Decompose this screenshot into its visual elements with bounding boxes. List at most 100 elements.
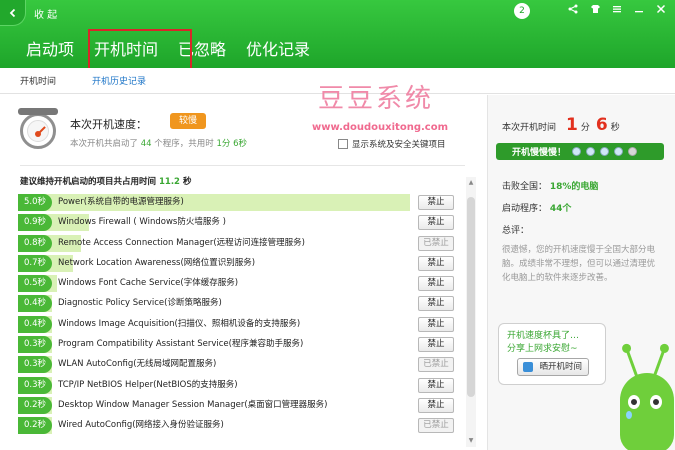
- item-name: WLAN AutoConfig(无线局域网配置服务): [58, 359, 217, 370]
- disable-button[interactable]: 禁止: [418, 337, 454, 353]
- time-tag: 0.3秒: [18, 376, 52, 394]
- scroll-up-icon[interactable]: ▲: [467, 179, 475, 187]
- program-count: 44: [140, 139, 152, 149]
- speed-title: 本次开机速度：: [70, 118, 147, 131]
- startup-value: 44个: [549, 204, 572, 214]
- time-tag: 0.4秒: [18, 295, 52, 313]
- list-item: 0.2秒 Desktop Window Manager Session Manag…: [18, 395, 458, 415]
- notification-badge[interactable]: 2: [514, 3, 530, 19]
- share-button-label: 晒开机时间: [539, 362, 582, 372]
- time-tag: 0.3秒: [18, 356, 52, 374]
- subnav-boot-history[interactable]: 开机历史记录: [76, 74, 166, 87]
- list-item: 0.4秒 Windows Image Acquisition(扫描仪、照相机设备的…: [18, 314, 458, 334]
- window-controls: [567, 4, 667, 17]
- time-tag: 0.8秒: [18, 234, 52, 252]
- disable-button[interactable]: 禁止: [418, 316, 454, 332]
- list-item: 0.3秒 WLAN AutoConfig(无线局域网配置服务) 已禁止: [18, 354, 458, 374]
- show-system-checkbox[interactable]: [338, 139, 348, 149]
- share-icon: [523, 362, 533, 372]
- time-tag: 0.5秒: [18, 275, 52, 293]
- disable-button[interactable]: 禁止: [418, 296, 454, 312]
- beat-value: 18%的电脑: [549, 182, 599, 192]
- second-unit: 秒: [610, 123, 620, 133]
- tab-highlight-box: [88, 29, 192, 73]
- startup-label: 启动程序：: [502, 204, 548, 214]
- chevron-left-icon: [0, 0, 26, 26]
- item-name: TCP/IP NetBIOS Helper(NetBIOS的支持服务): [58, 379, 238, 390]
- disabled-status-button[interactable]: 已禁止: [418, 235, 454, 251]
- minimize-icon[interactable]: [633, 4, 645, 17]
- tab-optimize-log[interactable]: 优化记录: [236, 36, 320, 68]
- time-tag: 0.7秒: [18, 254, 52, 272]
- speed-rating-badge: 较慢: [170, 113, 206, 129]
- summary-unit: 秒: [182, 177, 192, 187]
- menu-icon[interactable]: [611, 4, 623, 17]
- disable-button[interactable]: 禁止: [418, 397, 454, 413]
- collapse-button[interactable]: 收 起: [0, 0, 82, 26]
- disable-button[interactable]: 禁止: [418, 377, 454, 393]
- startup-row: 启动程序： 44个: [502, 201, 571, 214]
- share-boot-time-button[interactable]: 晒开机时间: [517, 358, 589, 376]
- collapse-label: 收 起: [34, 9, 58, 21]
- boot-time-panel: 本次开机速度： 较慢 本次开机共启动了 44 个程序，共用时 1分 6秒 显示系…: [0, 95, 486, 450]
- summary-value: 11.2: [158, 177, 180, 187]
- disable-button[interactable]: 禁止: [418, 276, 454, 292]
- rating-dot-icon: [572, 147, 582, 156]
- rating-dot-icon: [600, 147, 610, 156]
- disabled-status-button[interactable]: 已禁止: [418, 357, 454, 373]
- item-name: Windows Image Acquisition(扫描仪、照相机设备的支持服务…: [58, 318, 301, 329]
- slow-label: 开机慢慢慢！: [512, 148, 567, 158]
- disable-button[interactable]: 禁止: [418, 215, 454, 231]
- rating-dot-icon: [586, 147, 596, 156]
- time-tag: 0.4秒: [18, 315, 52, 333]
- rating-dot-icon: [628, 147, 638, 156]
- total-time: 1分 6秒: [216, 139, 247, 149]
- bubble-text: 开机速度杯具了… 分享上网求安慰~: [507, 330, 579, 356]
- boot-time-label: 本次开机时间: [502, 123, 557, 133]
- summary-line: 建议维持开机启动的项目共占用时间 11.2 秒: [20, 175, 191, 187]
- eval-text: 很遗憾，您的开机速度慢于全国大部分电脑。成绩非常不理想，但可以通过清理优化电脑上…: [502, 245, 656, 283]
- disable-button[interactable]: 禁止: [418, 195, 454, 210]
- list-item: 5.0秒 Power(系统自带的电源管理服务) 禁止: [18, 192, 458, 212]
- show-system-toggle[interactable]: 显示系统及安全关键项目: [338, 138, 446, 150]
- list-item: 0.3秒 Program Compatibility Assistant Serv…: [18, 334, 458, 354]
- disable-button[interactable]: 禁止: [418, 255, 454, 271]
- divider: [20, 165, 465, 166]
- minute-unit: 分: [580, 123, 590, 133]
- item-name: Diagnostic Policy Service(诊断策略服务): [58, 298, 222, 309]
- close-icon[interactable]: [655, 4, 667, 17]
- item-name: Windows Firewall ( Windows防火墙服务 ): [58, 217, 226, 228]
- list-item: 0.8秒 Remote Access Connection Manager(远程访…: [18, 233, 458, 253]
- list-item: 0.7秒 Network Location Awareness(网络位置识别服务)…: [18, 253, 458, 273]
- slow-rating-bar: 开机慢慢慢！: [496, 143, 664, 160]
- boot-seconds: 6: [595, 115, 608, 135]
- time-tag: 5.0秒: [18, 194, 52, 211]
- scroll-down-icon[interactable]: ▼: [467, 437, 475, 445]
- rating-dots: [572, 147, 638, 156]
- speed-description: 本次开机共启动了 44 个程序，共用时 1分 6秒: [70, 137, 247, 149]
- time-tag: 0.2秒: [18, 396, 52, 414]
- list-item: 0.9秒 Windows Firewall ( Windows防火墙服务 ) 禁止: [18, 212, 458, 232]
- crying-mascot-icon: [610, 345, 674, 450]
- list-item: 0.2秒 Wired AutoConfig(网络接入身份验证服务) 已禁止: [18, 415, 458, 435]
- summary-side-panel: 本次开机时间 1 分 6 秒 开机慢慢慢！ 击败全国： 18%的电脑 启动程序：…: [487, 95, 675, 450]
- beat-label: 击败全国：: [502, 182, 548, 192]
- list-item: 0.3秒 TCP/IP NetBIOS Helper(NetBIOS的支持服务) 禁…: [18, 375, 458, 395]
- shirt-icon[interactable]: [589, 4, 601, 17]
- item-name: Windows Font Cache Service(字体缓存服务): [58, 278, 239, 289]
- share-bubble: 开机速度杯具了… 分享上网求安慰~ 晒开机时间: [498, 323, 606, 385]
- tab-startup[interactable]: 启动项: [0, 36, 84, 68]
- header-bar: 收 起 启动项 开机时间 已忽略 优化记录 2: [0, 0, 675, 73]
- list-item: 0.4秒 Diagnostic Policy Service(诊断策略服务) 禁止: [18, 293, 458, 313]
- item-name: Remote Access Connection Manager(远程访问连接管…: [58, 237, 305, 248]
- item-name: Desktop Window Manager Session Manager(桌…: [58, 399, 328, 410]
- eval-label: 总评：: [502, 226, 530, 236]
- share-icon[interactable]: [567, 4, 579, 17]
- scroll-thumb[interactable]: [467, 197, 475, 397]
- subnav-boot-time[interactable]: 开机时间: [0, 74, 76, 87]
- list-scrollbar[interactable]: ▲ ▼: [466, 177, 476, 447]
- list-item: 0.5秒 Windows Font Cache Service(字体缓存服务) 禁止: [18, 273, 458, 293]
- item-name: Power(系统自带的电源管理服务): [58, 197, 184, 207]
- time-tag: 0.3秒: [18, 336, 52, 354]
- disabled-status-button[interactable]: 已禁止: [418, 418, 454, 434]
